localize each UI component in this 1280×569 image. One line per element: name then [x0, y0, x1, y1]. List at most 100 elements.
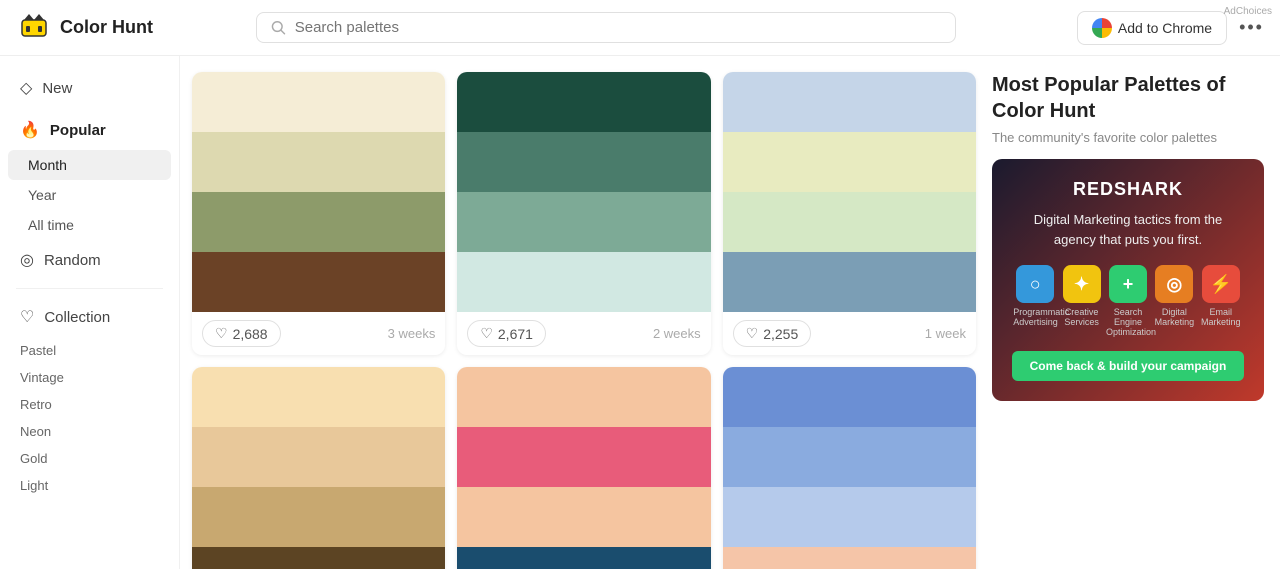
- color-swatch: [723, 367, 976, 427]
- fire-icon: 🔥: [20, 120, 40, 140]
- search-area: [256, 12, 956, 43]
- ad-box: AdChoices REDSHARK Digital Marketing tac…: [992, 159, 1264, 401]
- like-button[interactable]: ♡2,255: [733, 320, 812, 347]
- popular-year[interactable]: Year: [8, 180, 171, 210]
- color-swatch: [723, 132, 976, 192]
- heart-icon: ♡: [20, 307, 34, 327]
- color-swatch: [192, 72, 445, 132]
- palette-card-row1-0[interactable]: ♡ 2,688 3 weeks: [192, 72, 445, 355]
- sidebar-item-new[interactable]: ◇ New: [0, 68, 179, 108]
- ad-cta-button[interactable]: Come back & build your campaign: [1012, 351, 1244, 381]
- palette-swatches: [457, 72, 710, 312]
- add-to-chrome-button[interactable]: Add to Chrome: [1077, 11, 1227, 45]
- popular-section: 🔥 Popular Month Year All time: [0, 110, 179, 240]
- ad-icons-row: ○Programmatic Advertising✦Creative Servi…: [1012, 265, 1244, 337]
- search-bar: [256, 12, 956, 43]
- ad-icon-circle: ○: [1016, 265, 1054, 303]
- palette-card-row2-0[interactable]: [192, 367, 445, 569]
- random-label: Random: [44, 252, 101, 269]
- sidebar-divider: [16, 288, 163, 289]
- redshark-ad: AdChoices REDSHARK Digital Marketing tac…: [992, 159, 1264, 401]
- right-panel: Most Popular Palettes of Color Hunt The …: [988, 72, 1268, 553]
- ad-icon-circle: ⚡: [1202, 265, 1240, 303]
- search-icon: [271, 20, 286, 36]
- body: ◇ New 🔥 Popular Month Year All time ◎ Ra…: [0, 56, 1280, 569]
- color-swatch: [192, 132, 445, 192]
- ad-icon-item: ◎ Digital Marketing: [1152, 265, 1196, 337]
- ad-icon-label: Search Engine Optimization: [1106, 307, 1150, 337]
- popular-month[interactable]: Month: [8, 150, 171, 180]
- ad-icon-item: ○Programmatic Advertising: [1013, 265, 1057, 337]
- logo-text: Color Hunt: [60, 17, 153, 38]
- time-label: 3 weeks: [388, 326, 436, 341]
- heart-icon: ♡: [215, 325, 228, 342]
- more-options-button[interactable]: •••: [1239, 17, 1264, 38]
- collection-submenu: Pastel Vintage Retro Neon Gold Light: [0, 337, 179, 499]
- collection-retro[interactable]: Retro: [0, 391, 179, 418]
- palette-swatches: [723, 72, 976, 312]
- palette-card-row1-1[interactable]: ♡2,671 2 weeks: [457, 72, 710, 355]
- collection-gold[interactable]: Gold: [0, 445, 179, 472]
- ad-icon-circle: ◎: [1155, 265, 1193, 303]
- palette-card-row2-1[interactable]: [457, 367, 710, 569]
- color-swatch: [457, 132, 710, 192]
- sidebar-item-collection[interactable]: ♡ Collection: [0, 297, 179, 337]
- logo-icon: [16, 10, 52, 46]
- ad-headline: Digital Marketing tactics from the agenc…: [1012, 210, 1244, 249]
- palette-meta: ♡2,671 2 weeks: [457, 312, 710, 355]
- collection-label: Collection: [44, 309, 110, 326]
- time-label: 2 weeks: [653, 326, 701, 341]
- ad-icon-label: Creative Services: [1060, 307, 1104, 327]
- color-swatch: [723, 547, 976, 569]
- ad-icon-item: +Search Engine Optimization: [1106, 265, 1150, 337]
- search-input[interactable]: [295, 19, 942, 36]
- palette-row-2: [192, 367, 976, 569]
- color-swatch: [723, 192, 976, 252]
- color-swatch: [192, 192, 445, 252]
- like-count: 2,255: [763, 326, 798, 342]
- collection-light[interactable]: Light: [0, 472, 179, 499]
- chrome-icon: [1092, 18, 1112, 38]
- ad-brand: REDSHARK: [1012, 179, 1244, 200]
- popular-submenu: Month Year All time: [0, 150, 179, 240]
- palette-swatches: [192, 367, 445, 569]
- like-button[interactable]: ♡2,671: [467, 320, 546, 347]
- like-button[interactable]: ♡ 2,688: [202, 320, 281, 347]
- main-content: ♡ 2,688 3 weeks ♡2,671 2 weeks ♡2,255 1 week M…: [180, 56, 1280, 569]
- color-swatch: [457, 252, 710, 312]
- random-icon: ◎: [20, 250, 34, 270]
- palette-grid: ♡ 2,688 3 weeks ♡2,671 2 weeks ♡2,255 1 week: [192, 72, 976, 553]
- color-swatch: [457, 367, 710, 427]
- color-swatch: [457, 487, 710, 547]
- palette-swatches: [723, 367, 976, 569]
- palette-card-row2-2[interactable]: [723, 367, 976, 569]
- ad-icon-item: ✦Creative Services: [1060, 265, 1104, 337]
- color-swatch: [723, 427, 976, 487]
- ad-icon-label: Digital Marketing: [1152, 307, 1196, 327]
- color-swatch: [723, 252, 976, 312]
- promo-subtitle: The community's favorite color palettes: [992, 130, 1264, 145]
- logo-area: Color Hunt: [16, 10, 196, 46]
- color-swatch: [723, 487, 976, 547]
- like-count: 2,688: [233, 326, 268, 342]
- sidebar-item-random[interactable]: ◎ Random: [0, 240, 179, 280]
- color-swatch: [192, 427, 445, 487]
- collection-pastel[interactable]: Pastel: [0, 337, 179, 364]
- color-swatch: [457, 547, 710, 569]
- color-swatch: [192, 367, 445, 427]
- ad-icon-item: ⚡Email Marketing: [1199, 265, 1243, 337]
- palette-meta: ♡ 2,688 3 weeks: [192, 312, 445, 355]
- sidebar-item-popular[interactable]: 🔥 Popular: [0, 110, 179, 150]
- color-swatch: [192, 252, 445, 312]
- color-swatch: [457, 72, 710, 132]
- time-label: 1 week: [925, 326, 966, 341]
- popular-alltime[interactable]: All time: [8, 210, 171, 240]
- palette-card-row1-2[interactable]: ♡2,255 1 week: [723, 72, 976, 355]
- chrome-btn-label: Add to Chrome: [1118, 20, 1212, 36]
- app-container: Color Hunt Add to Chrome ••• ◇: [0, 0, 1280, 569]
- color-swatch: [723, 72, 976, 132]
- new-label: New: [42, 80, 72, 97]
- collection-vintage[interactable]: Vintage: [0, 364, 179, 391]
- popular-label: Popular: [50, 122, 106, 139]
- collection-neon[interactable]: Neon: [0, 418, 179, 445]
